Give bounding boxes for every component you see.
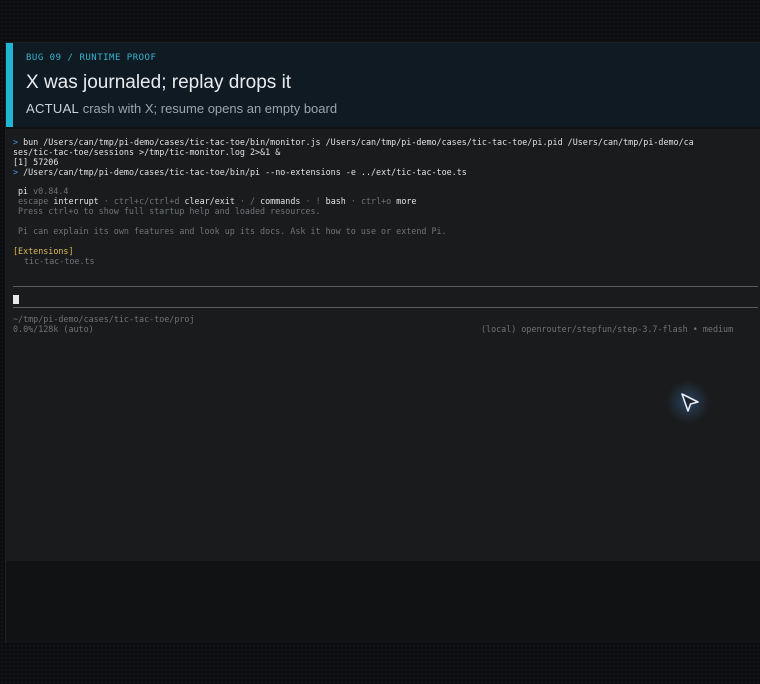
hint-key: · ctrl+o [350,196,392,206]
intro-message: Pi can explain its own features and look… [18,226,447,236]
prompt-symbol: > [13,137,19,147]
extension-item: tic-tac-toe.ts [24,256,95,266]
keybinding-hints: escape interrupt · ctrl+c/ctrl+d clear/e… [18,196,416,206]
hint-action: more [396,196,417,206]
presentation-frame: BUG 09 / RUNTIME PROOF X was journaled; re… [5,42,760,643]
job-id-line: [1] 57206 [13,157,59,167]
subtitle-tag: ACTUAL [26,101,80,116]
command-text: bun /Users/can/tmp/pi-demo/cases/tic-tac… [23,137,694,147]
status-context-usage: 0.0%/128k (auto) [13,324,94,334]
hint-action: commands [260,196,301,206]
frame-footer [6,561,760,643]
status-cwd: ~/tmp/pi-demo/cases/tic-tac-toe/proj [13,314,195,324]
eyebrow-separator: / [67,53,74,63]
app-name: pi [18,186,29,196]
app-version: v0.84.4 [33,186,69,196]
accent-bar [6,43,13,127]
mouse-pointer-icon [666,380,710,424]
eyebrow-section: RUNTIME PROOF [79,53,157,63]
input-bottom-divider [13,307,758,308]
hint-key: · / [239,196,256,206]
prompt-symbol: > [13,167,19,177]
slide-header: BUG 09 / RUNTIME PROOF X was journaled; re… [6,43,760,127]
slide-title: X was journaled; replay drops it [26,72,292,93]
hint-key: · ! [305,196,321,206]
command-line-1-wrap: ses/tic-tac-toe/sessions >/tmp/tic-monit… [13,147,281,157]
extensions-header: [Extensions] [13,246,74,256]
slide-subtitle: ACTUAL crash with X; resume opens an emp… [26,101,337,116]
status-model: (local) openrouter/stepfun/step-3.7-flas… [481,324,734,334]
command-line-1: > bun /Users/can/tmp/pi-demo/cases/tic-t… [13,137,694,147]
eyebrow: BUG 09 / RUNTIME PROOF [26,53,156,63]
hint-key: escape [18,196,49,206]
app-version-line: pi v0.84.4 [18,186,68,196]
command-line-2: > /Users/can/tmp/pi-demo/cases/tic-tac-t… [13,167,467,177]
input-top-divider [13,286,758,287]
terminal-window[interactable]: > bun /Users/can/tmp/pi-demo/cases/tic-t… [6,129,760,561]
startup-help-hint: Press ctrl+o to show full startup help a… [18,206,321,216]
subtitle-text: crash with X; resume opens an empty boar… [82,101,338,116]
text-cursor[interactable] [13,295,19,304]
hint-key: · ctrl+c/ctrl+d [103,196,180,206]
hint-action: clear/exit [184,196,235,206]
command-text: /Users/can/tmp/pi-demo/cases/tic-tac-toe… [23,167,467,177]
eyebrow-bug: BUG 09 [26,53,62,63]
hint-action: bash [325,196,346,206]
hint-action: interrupt [53,196,99,206]
